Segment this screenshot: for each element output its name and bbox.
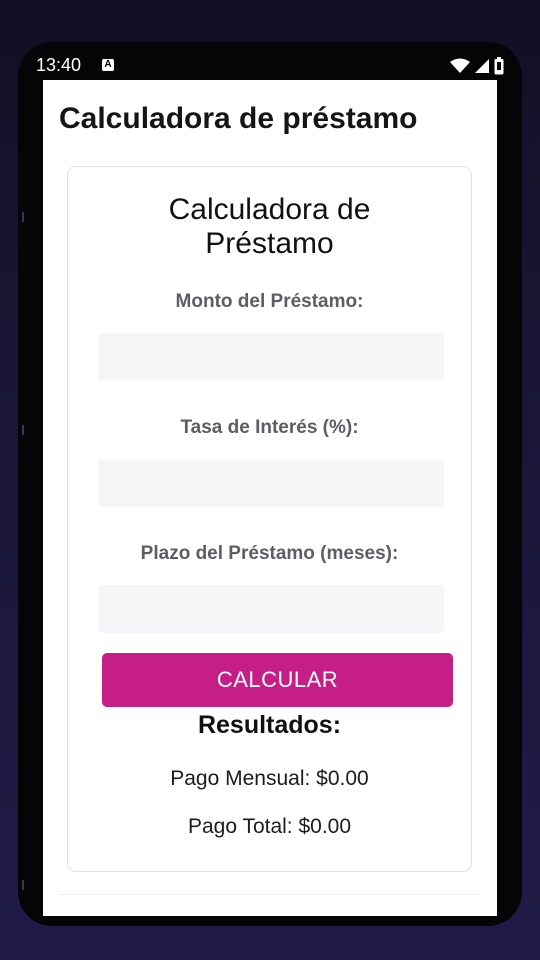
- results-title: Resultados:: [197, 711, 342, 739]
- loan-term-label: Plazo del Préstamo (meses):: [140, 543, 399, 564]
- side-mark: [22, 212, 24, 222]
- app-screen: Calculadora de préstamo Calculadora de P…: [43, 80, 497, 916]
- app-bar-title: Calculadora de préstamo: [59, 102, 418, 135]
- wifi-icon: [450, 58, 470, 73]
- loan-term-input[interactable]: [98, 585, 444, 633]
- card-title-line1: Calculadora de: [168, 193, 371, 226]
- bottom-divider: [59, 894, 481, 895]
- status-time: 13:40: [36, 55, 82, 75]
- signal-icon: [475, 59, 489, 73]
- a-notification-icon: A: [102, 59, 114, 71]
- total-payment-text: Pago Total: $0.00: [187, 815, 352, 838]
- interest-rate-input[interactable]: [98, 459, 444, 507]
- loan-amount-label: Monto del Préstamo:: [175, 291, 364, 312]
- battery-icon: [494, 57, 504, 75]
- card-title: Calculadora de Préstamo: [68, 193, 471, 261]
- loan-amount-input[interactable]: [98, 333, 444, 381]
- card-title-line2: Préstamo: [205, 227, 334, 260]
- side-mark: [22, 880, 24, 890]
- side-mark: [22, 425, 24, 435]
- monthly-payment-text: Pago Mensual: $0.00: [170, 767, 369, 790]
- interest-rate-label: Tasa de Interés (%):: [180, 417, 359, 438]
- loan-calculator-card: Calculadora de Préstamo Monto del Présta…: [67, 166, 472, 872]
- status-icons: [450, 57, 504, 75]
- calculate-button[interactable]: CALCULAR: [102, 653, 453, 707]
- status-bar: 13:40 A: [34, 52, 512, 78]
